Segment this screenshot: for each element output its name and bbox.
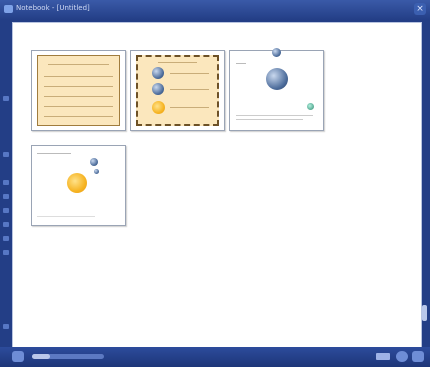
status-bar xyxy=(0,347,430,367)
window-title: Notebook - [Untitled] xyxy=(16,4,90,12)
globe-icon xyxy=(152,83,164,95)
tool-icon[interactable] xyxy=(3,180,9,185)
page-thumbnail-1[interactable] xyxy=(31,50,126,131)
left-toolbar xyxy=(2,24,10,344)
tool-icon[interactable] xyxy=(3,152,9,157)
page-thumbnail-4[interactable] xyxy=(31,145,126,226)
title-bar: Notebook - [Untitled] × xyxy=(0,0,430,20)
planet-icon xyxy=(307,103,314,110)
app-icon xyxy=(4,5,13,13)
close-button[interactable]: × xyxy=(414,3,426,15)
parchment-background xyxy=(136,55,219,126)
sorter-view-icon[interactable] xyxy=(376,353,390,360)
tool-icon[interactable] xyxy=(3,324,9,329)
back-icon[interactable] xyxy=(396,351,408,362)
page-thumbnail-2[interactable] xyxy=(130,50,225,131)
zoom-slider[interactable] xyxy=(32,354,104,359)
tool-icon[interactable] xyxy=(3,236,9,241)
sun-icon xyxy=(67,173,87,193)
page-thumbnail-3[interactable] xyxy=(229,48,324,131)
tool-icon[interactable] xyxy=(3,208,9,213)
moon-icon xyxy=(272,48,281,57)
moon-icon xyxy=(94,169,99,174)
app-window: Notebook - [Untitled] × xyxy=(0,0,430,367)
sun-icon xyxy=(152,101,165,114)
moon-icon xyxy=(90,158,98,166)
globe-icon xyxy=(266,68,288,90)
tool-icon[interactable] xyxy=(3,194,9,199)
page-sorter-canvas[interactable] xyxy=(12,22,422,348)
scrollbar-thumb[interactable] xyxy=(422,305,427,321)
vertical-scrollbar[interactable] xyxy=(421,22,429,348)
tool-icon[interactable] xyxy=(3,96,9,101)
tool-icon[interactable] xyxy=(3,250,9,255)
zoom-slider-fill xyxy=(32,354,50,359)
forward-icon[interactable] xyxy=(412,351,424,362)
tool-icon[interactable] xyxy=(3,222,9,227)
globe-icon xyxy=(152,67,164,79)
page-view-icon[interactable] xyxy=(12,351,24,362)
parchment-background xyxy=(37,55,120,126)
